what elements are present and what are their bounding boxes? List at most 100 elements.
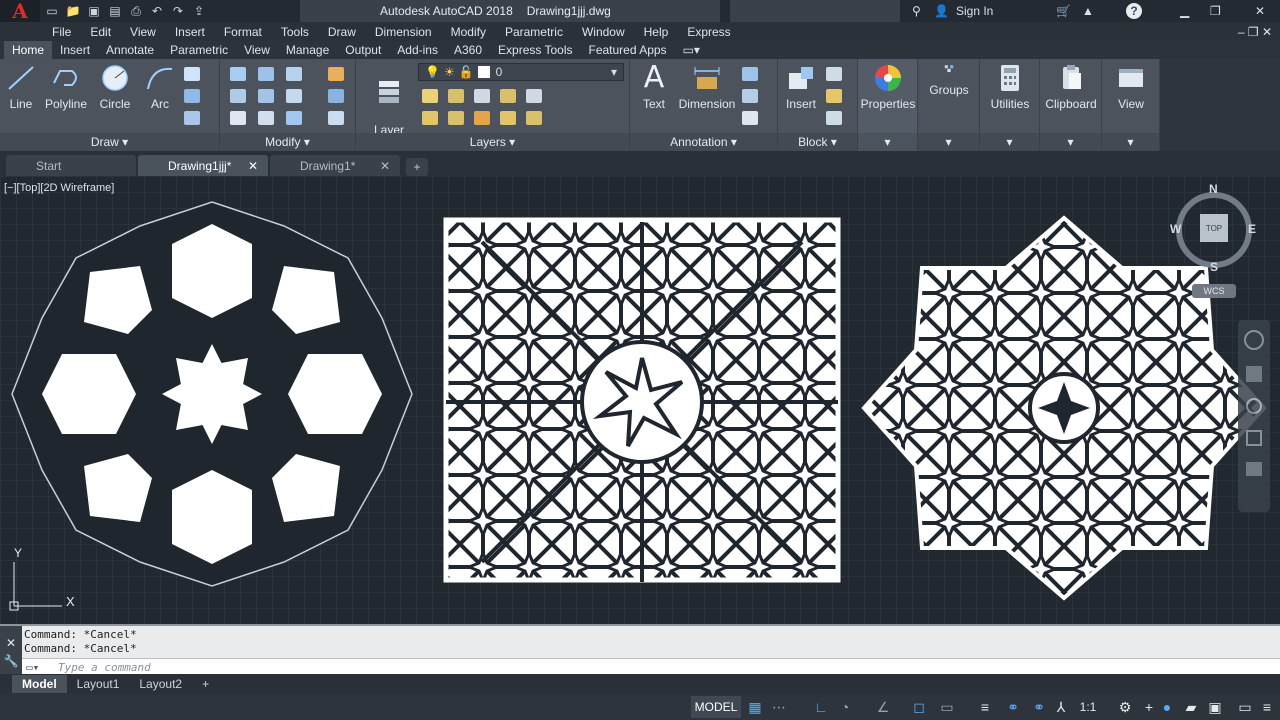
clean-screen-icon[interactable]: ▣ — [1206, 698, 1224, 716]
close-icon[interactable]: ✕ — [1240, 0, 1280, 22]
menu-express[interactable]: Express — [687, 25, 730, 39]
layer-tool-icon[interactable] — [422, 111, 438, 125]
groups-expand[interactable]: ▾ — [918, 133, 979, 151]
layers-panel-title[interactable]: Layers ▾ — [356, 133, 629, 151]
layer-tool-icon[interactable] — [448, 89, 464, 103]
tab-express-tools[interactable]: Express Tools — [490, 41, 580, 59]
grid-icon[interactable]: ▦ — [746, 698, 764, 716]
annotation-scale-icon[interactable]: ⅄ — [1052, 698, 1070, 716]
menu-dimension[interactable]: Dimension — [375, 25, 432, 39]
application-menu-button[interactable]: A — [0, 0, 40, 23]
drawing-canvas[interactable]: [−][Top][2D Wireframe] Y X TOP N S E W W… — [0, 176, 1280, 624]
attribute-icon[interactable] — [826, 111, 842, 125]
tab-parametric[interactable]: Parametric — [162, 41, 236, 59]
array-icon[interactable] — [286, 111, 302, 125]
menu-modify[interactable]: Modify — [451, 25, 486, 39]
clipboard-expand[interactable]: ▾ — [1040, 133, 1101, 151]
pan-icon[interactable] — [1246, 366, 1262, 382]
tab-annotate[interactable]: Annotate — [98, 41, 162, 59]
tab-layout1[interactable]: Layout1 — [67, 675, 130, 693]
osnap-tracking-icon[interactable]: ∠ — [874, 698, 892, 716]
utilities-button[interactable]: Utilities — [980, 63, 1040, 111]
annotation-panel-title[interactable]: Annotation ▾ — [630, 133, 777, 151]
hatch-icon[interactable] — [184, 89, 200, 103]
view-button[interactable]: View — [1102, 63, 1160, 111]
binoculars-icon[interactable]: ⚲ — [912, 0, 921, 22]
new-file-icon[interactable]: ▭ — [43, 3, 61, 19]
clipboard-panel[interactable]: Clipboard ▾ — [1040, 59, 1102, 151]
properties-panel[interactable]: Properties ▾ — [858, 59, 918, 151]
osnap-icon[interactable]: ◻ — [910, 698, 928, 716]
utilities-panel[interactable]: Utilities ▾ — [980, 59, 1040, 151]
save-icon[interactable]: ▣ — [85, 3, 103, 19]
rectangle-icon[interactable] — [184, 67, 200, 81]
arc-tool[interactable]: Arc — [142, 63, 178, 111]
fullscreen-icon[interactable]: ▭ — [1236, 698, 1254, 716]
tab-layout2[interactable]: Layout2 — [129, 675, 192, 693]
leader-icon[interactable] — [742, 89, 758, 103]
menu-file[interactable]: File — [52, 25, 71, 39]
isolate-objects-icon[interactable]: ● — [1158, 698, 1176, 716]
text-tool[interactable]: A Text — [634, 63, 674, 112]
properties-button[interactable]: Properties — [858, 63, 918, 111]
close-command-icon[interactable]: ✕ — [0, 636, 22, 650]
new-tab-button[interactable]: + — [406, 158, 428, 176]
showmotion-icon[interactable] — [1246, 462, 1262, 476]
tab-featured-apps[interactable]: Featured Apps — [581, 41, 675, 59]
tab-drawing1jjj[interactable]: Drawing1jjj* ✕ — [138, 155, 268, 176]
layer-tool-icon[interactable] — [474, 89, 490, 103]
offset-icon[interactable] — [328, 111, 344, 125]
tab-insert[interactable]: Insert — [52, 41, 98, 59]
hardware-acceleration-icon[interactable]: ▰ — [1182, 698, 1200, 716]
compass-w[interactable]: W — [1170, 222, 1181, 236]
close-tab-icon[interactable]: ✕ — [248, 159, 258, 173]
menu-edit[interactable]: Edit — [90, 25, 111, 39]
tab-start[interactable]: Start — [6, 155, 136, 176]
edit-block-icon[interactable] — [826, 89, 842, 103]
scale-icon[interactable] — [258, 111, 274, 125]
tab-drawing1[interactable]: Drawing1* ✕ — [270, 155, 400, 176]
table-icon[interactable] — [742, 111, 758, 125]
add-layout-button[interactable]: + — [192, 675, 219, 693]
menu-view[interactable]: View — [130, 25, 156, 39]
tab-home[interactable]: Home — [4, 41, 53, 59]
erase-icon[interactable] — [328, 67, 344, 81]
search-box[interactable] — [730, 0, 900, 22]
compass-n[interactable]: N — [1209, 182, 1218, 196]
layer-tool-icon[interactable] — [422, 89, 438, 103]
ortho-icon[interactable]: ∟ — [812, 698, 830, 716]
restore-icon[interactable]: ❐ — [1210, 0, 1221, 22]
copy-icon[interactable] — [230, 89, 246, 103]
move-icon[interactable] — [230, 67, 246, 81]
compass-e[interactable]: E — [1248, 222, 1256, 236]
annotation-scale-value[interactable]: 1:1 — [1074, 698, 1102, 716]
customize-wrench-icon[interactable]: 🔧 — [0, 654, 22, 668]
layer-tool-icon[interactable] — [500, 111, 516, 125]
save-as-icon[interactable]: ▤ — [106, 3, 124, 19]
tab-a360[interactable]: A360 — [446, 41, 490, 59]
steering-wheel-icon[interactable] — [1244, 330, 1264, 350]
groups-button[interactable]: Groups — [918, 63, 980, 97]
modify-panel-title[interactable]: Modify ▾ — [220, 133, 355, 151]
plot-icon[interactable]: ⎙ — [127, 3, 145, 19]
polyline-tool[interactable]: Polyline — [40, 63, 92, 111]
menu-tools[interactable]: Tools — [281, 25, 309, 39]
doc-window-controls[interactable]: ‒ ❐ ✕ — [1238, 25, 1272, 39]
linear-dim-icon[interactable] — [742, 67, 758, 81]
menu-insert[interactable]: Insert — [175, 25, 205, 39]
compass-s[interactable]: S — [1210, 260, 1218, 274]
open-file-icon[interactable]: 📁 — [64, 3, 82, 19]
layer-tool-icon[interactable] — [500, 89, 516, 103]
trim-icon[interactable] — [286, 67, 302, 81]
sign-in-link[interactable]: Sign In — [956, 0, 993, 22]
fillet-icon[interactable] — [286, 89, 302, 103]
view-panel[interactable]: View ▾ — [1102, 59, 1160, 151]
customization-icon[interactable]: ≡ — [1258, 698, 1276, 716]
stretch-icon[interactable] — [230, 111, 246, 125]
layer-tool-icon[interactable] — [526, 89, 542, 103]
tab-manage[interactable]: Manage — [278, 41, 337, 59]
selection-cycling-icon[interactable]: ≡ — [976, 698, 994, 716]
line-tool[interactable]: Line — [4, 63, 38, 111]
layer-tool-icon[interactable] — [526, 111, 542, 125]
snap-icon[interactable]: ⋯ — [770, 698, 788, 716]
